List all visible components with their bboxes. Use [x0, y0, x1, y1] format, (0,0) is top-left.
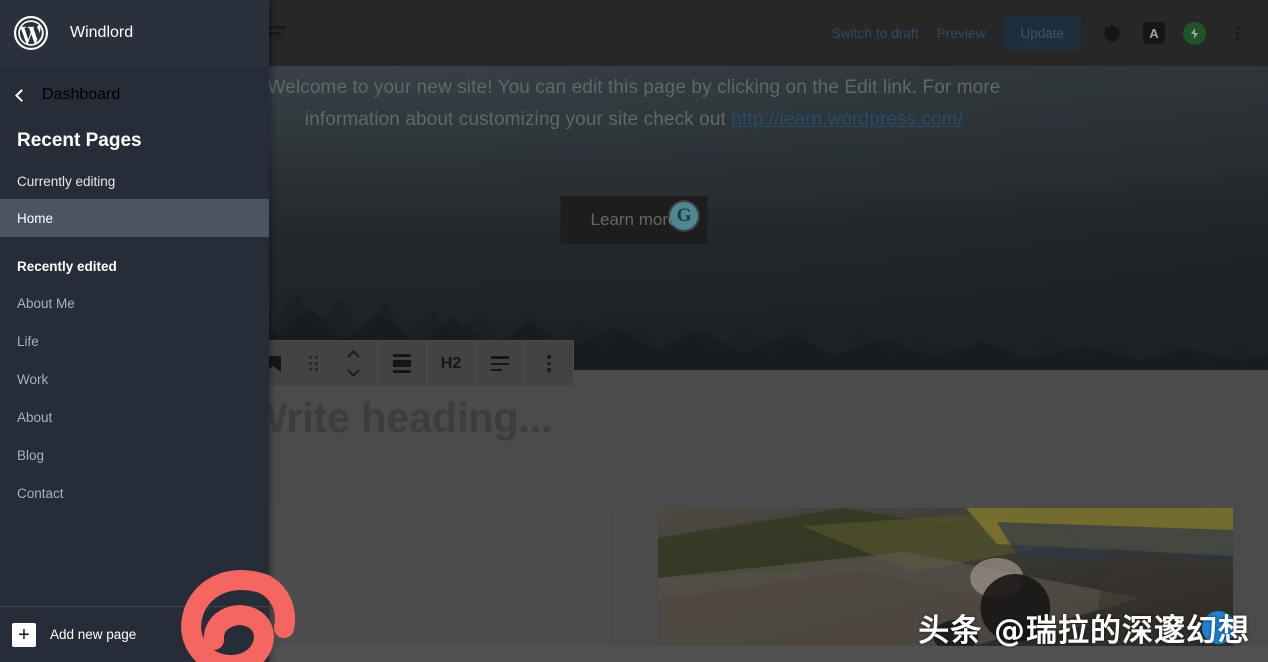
- add-new-page-label: Add new page: [50, 627, 137, 642]
- sidebar-item-about[interactable]: About: [0, 398, 269, 436]
- block-toolbar-group-transform: [378, 341, 427, 386]
- sidebar-back-to-dashboard[interactable]: Dashboard: [0, 66, 269, 124]
- sidebar-group-label-currently-editing: Currently editing: [17, 174, 116, 189]
- column-right-image[interactable]: [658, 508, 1233, 648]
- top-bar-right-tools: Switch to draft Preview Update A: [832, 0, 1268, 66]
- preview-button[interactable]: Preview: [937, 26, 986, 41]
- list-view-icon[interactable]: [266, 20, 292, 46]
- sidebar-item-about-me[interactable]: About Me: [0, 284, 269, 322]
- sidebar-item-label: Life: [17, 333, 39, 349]
- more-options-icon: [1235, 26, 1239, 40]
- sidebar-item-label: Blog: [17, 447, 45, 463]
- jetpack-icon[interactable]: [1183, 21, 1206, 45]
- heading-placeholder[interactable]: Write heading...: [248, 394, 552, 442]
- site-title: Windlord: [70, 24, 134, 41]
- move-block-button[interactable]: [333, 341, 373, 386]
- block-toolbar: H2: [248, 340, 574, 387]
- chevron-left-icon: [15, 88, 28, 102]
- sidebar-item-label: Home: [17, 210, 54, 226]
- sidebar-item-life[interactable]: Life: [0, 322, 269, 360]
- update-button[interactable]: Update: [1003, 16, 1081, 50]
- sidebar-scroll-region: Recent Pages Currently editing Home Rece…: [0, 124, 269, 606]
- editor-a-badge-icon[interactable]: A: [1143, 22, 1165, 44]
- text-align-icon: [491, 356, 509, 371]
- block-toolbar-group-heading: H2: [427, 341, 476, 386]
- block-transform-icon: [393, 354, 411, 373]
- block-options-icon: [547, 355, 551, 372]
- sidebar-item-contact[interactable]: Contact: [0, 474, 269, 512]
- sidebar-group-label-recently-edited: Recently edited: [17, 259, 117, 274]
- block-transform-button[interactable]: [382, 341, 422, 386]
- hero-learn-link[interactable]: http://learn.wordpress.com/: [731, 109, 963, 130]
- text-align-button[interactable]: [480, 341, 520, 386]
- switch-to-draft-button[interactable]: Switch to draft: [832, 26, 919, 41]
- sidebar-item-label: About: [17, 409, 53, 425]
- drag-handle-icon: [308, 356, 318, 371]
- app-root: Switch to draft Preview Update A Welcome…: [0, 0, 1268, 662]
- sidebar-item-blog[interactable]: Blog: [0, 436, 269, 474]
- plus-icon: +: [12, 622, 36, 647]
- drag-handle-button[interactable]: [293, 341, 333, 386]
- add-new-page-button[interactable]: + Add new page: [0, 606, 269, 662]
- sidebar-item-label: Work: [17, 371, 49, 387]
- heading-level-button[interactable]: H2: [431, 341, 471, 386]
- sidebar-back-label: Dashboard: [42, 86, 121, 103]
- sidebar-header: Windlord: [0, 0, 269, 66]
- navigation-sidebar: Windlord Dashboard Recent Pages Currentl…: [0, 0, 269, 662]
- more-options-button[interactable]: [1224, 20, 1250, 46]
- sidebar-item-label: Contact: [17, 485, 64, 501]
- block-toolbar-group-align: [476, 341, 525, 386]
- sidebar-item-work[interactable]: Work: [0, 360, 269, 398]
- settings-button[interactable]: [1099, 20, 1125, 46]
- wordpress-logo: [14, 16, 48, 50]
- sidebar-item-label: About Me: [17, 295, 75, 311]
- move-up-down-icon: [346, 350, 360, 377]
- sidebar-item-home[interactable]: Home: [0, 199, 269, 237]
- block-toolbar-group-options: [525, 341, 573, 386]
- cursor-pointer-indicator: G: [670, 202, 698, 230]
- block-options-button[interactable]: [529, 341, 569, 386]
- gear-icon: [1103, 24, 1121, 42]
- sidebar-section-title: Recent Pages: [17, 130, 142, 151]
